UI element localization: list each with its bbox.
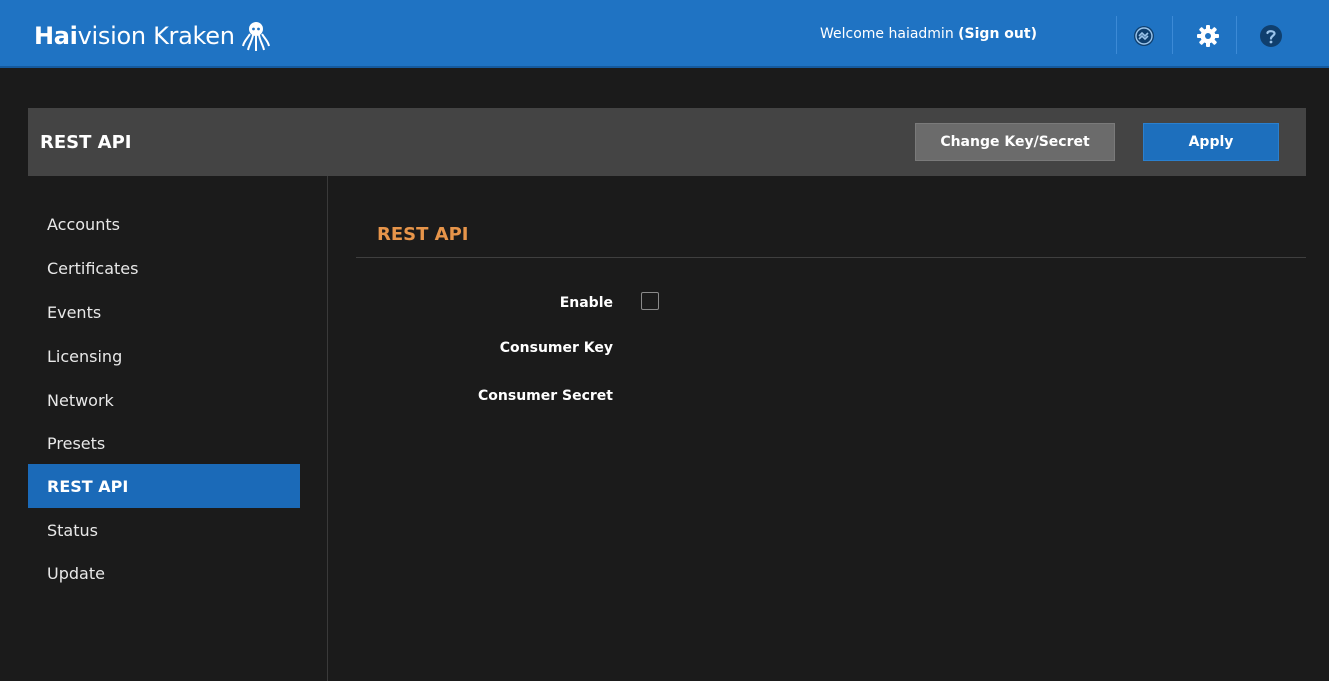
sidebar-item-network[interactable]: Network [28,378,300,422]
change-key-secret-button[interactable]: Change Key/Secret [915,123,1115,161]
sidebar-item-accounts[interactable]: Accounts [28,202,300,246]
top-bar-divider [1116,16,1117,54]
gear-icon[interactable] [1196,24,1220,48]
enable-label: Enable [559,295,613,311]
brand-name-light: vision Kraken [77,22,235,50]
help-icon[interactable] [1259,24,1283,48]
sidebar-item-events[interactable]: Events [28,290,300,334]
apply-button[interactable]: Apply [1143,123,1279,161]
welcome-message: Welcome haiadmin (Sign out) [820,26,1037,42]
consumer-secret-label: Consumer Secret [478,388,613,404]
enable-checkbox[interactable] [641,292,659,310]
section-divider [356,257,1306,258]
brand[interactable]: Hai vision Kraken [34,18,271,54]
page-title: REST API [40,132,132,153]
sign-out-link[interactable]: (Sign out) [958,26,1037,42]
sidebar-item-rest-api[interactable]: REST API [28,464,300,508]
status-icon[interactable] [1132,24,1156,48]
consumer-key-label: Consumer Key [499,340,613,356]
sidebar-item-update[interactable]: Update [28,551,300,595]
sidebar-item-licensing[interactable]: Licensing [28,334,300,378]
page-header: REST API Change Key/Secret Apply [28,108,1306,176]
section-title: REST API [377,224,469,245]
brand-name-bold: Hai [34,22,78,50]
top-bar-divider [1172,16,1173,54]
top-bar: Hai vision Kraken Welcome haiadmin (Sign … [0,0,1329,68]
sidebar: Accounts Certificates Events Licensing N… [28,176,328,681]
sidebar-item-presets[interactable]: Presets [28,421,300,465]
welcome-text: Welcome haiadmin [820,26,959,42]
top-bar-divider [1236,16,1237,54]
sidebar-item-status[interactable]: Status [28,508,300,552]
sidebar-item-certificates[interactable]: Certificates [28,246,300,290]
octopus-logo-icon [241,22,270,51]
